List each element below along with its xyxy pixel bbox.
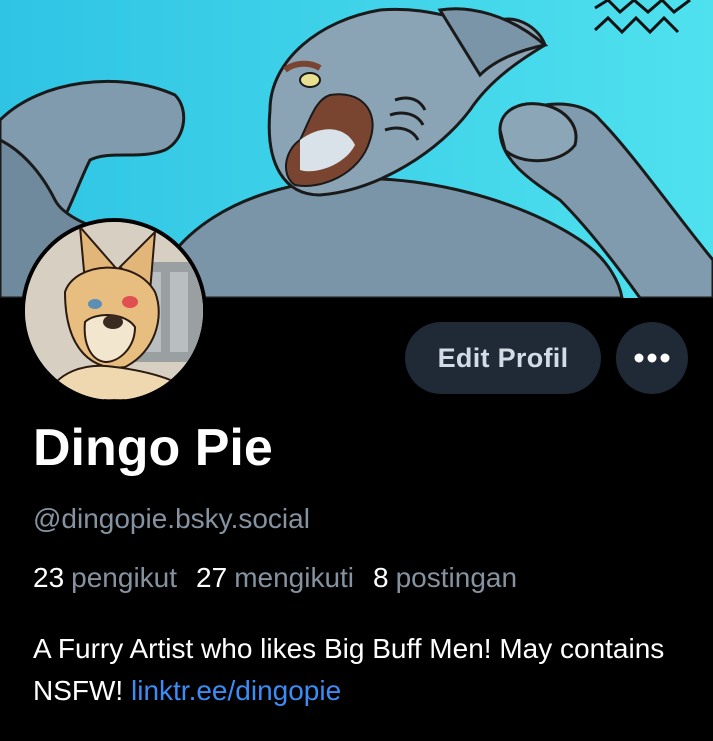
profile-bio: A Furry Artist who likes Big Buff Men! M…: [33, 628, 693, 712]
ellipsis-icon: [634, 353, 670, 363]
profile-handle: @dingopie.bsky.social: [33, 503, 310, 534]
edit-profile-button[interactable]: Edit Profil: [405, 322, 601, 394]
following-count: 27: [196, 562, 228, 593]
posts-label: postingan: [395, 562, 518, 593]
display-name: Dingo Pie: [33, 419, 273, 477]
profile-stats: 23 pengikut 27 mengikuti 8 postingan: [33, 562, 536, 594]
avatar[interactable]: [21, 218, 207, 404]
followers-stat[interactable]: 23 pengikut: [33, 562, 177, 594]
more-options-button[interactable]: [616, 322, 688, 394]
followers-label: pengikut: [71, 562, 178, 593]
bio-link[interactable]: linktr.ee/dingopie: [131, 675, 341, 706]
following-label: mengikuti: [234, 562, 355, 593]
bio-text: A Furry Artist who likes Big Buff Men! M…: [33, 633, 665, 706]
avatar-illustration: [25, 222, 203, 400]
followers-count: 23: [33, 562, 65, 593]
posts-stat: 8 postingan: [373, 562, 517, 594]
following-stat[interactable]: 27 mengikuti: [196, 562, 354, 594]
posts-count: 8: [373, 562, 389, 593]
